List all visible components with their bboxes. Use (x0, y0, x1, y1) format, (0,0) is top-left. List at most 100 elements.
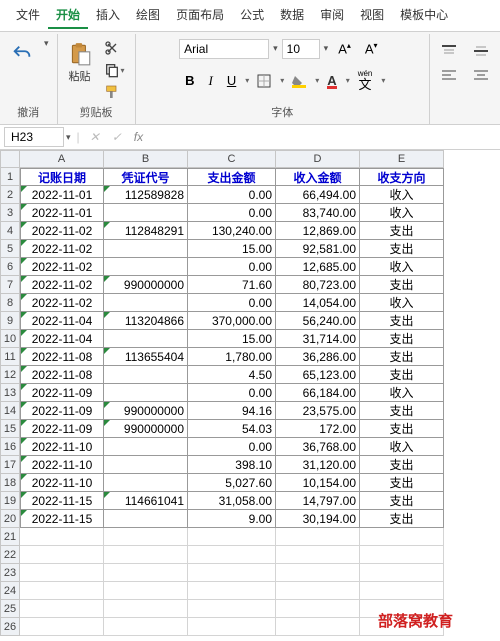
cell[interactable]: 10,154.00 (276, 474, 360, 492)
cell[interactable]: 2022-11-04 (20, 312, 104, 330)
row-header-14[interactable]: 14 (0, 402, 20, 420)
menu-item-7[interactable]: 审阅 (312, 2, 352, 29)
cell[interactable]: 31,120.00 (276, 456, 360, 474)
align-left-button[interactable] (436, 66, 462, 84)
cell[interactable] (20, 582, 104, 600)
menu-item-4[interactable]: 页面布局 (168, 2, 232, 29)
bold-button[interactable]: B (179, 70, 200, 91)
cell[interactable]: 0.00 (188, 186, 276, 204)
row-header-15[interactable]: 15 (0, 420, 20, 438)
cell[interactable]: 支出 (360, 276, 444, 294)
cell[interactable]: 80,723.00 (276, 276, 360, 294)
row-header-26[interactable]: 26 (0, 618, 20, 636)
cell[interactable]: 支出 (360, 474, 444, 492)
cell[interactable]: 2022-11-10 (20, 456, 104, 474)
cell[interactable] (188, 528, 276, 546)
cell[interactable]: 2022-11-10 (20, 474, 104, 492)
decrease-font-button[interactable]: A▾ (359, 38, 384, 59)
increase-font-button[interactable]: A▴ (332, 38, 357, 59)
cell[interactable]: 2022-11-02 (20, 276, 104, 294)
col-header-E[interactable]: E (360, 150, 444, 168)
cell[interactable]: 2022-11-15 (20, 492, 104, 510)
cell[interactable]: 支出 (360, 366, 444, 384)
cell[interactable]: 12,685.00 (276, 258, 360, 276)
cell[interactable]: 4.50 (188, 366, 276, 384)
row-header-11[interactable]: 11 (0, 348, 20, 366)
cell[interactable]: 130,240.00 (188, 222, 276, 240)
menu-item-6[interactable]: 数据 (272, 2, 312, 29)
cell[interactable]: 23,575.00 (276, 402, 360, 420)
cell[interactable]: 支出 (360, 240, 444, 258)
align-top-button[interactable] (436, 42, 462, 60)
cell[interactable]: 94.16 (188, 402, 276, 420)
cell[interactable]: 支出 (360, 402, 444, 420)
cell[interactable] (188, 546, 276, 564)
cell[interactable] (104, 618, 188, 636)
cell[interactable] (188, 582, 276, 600)
cell[interactable]: 2022-11-02 (20, 240, 104, 258)
cell[interactable]: 2022-11-15 (20, 510, 104, 528)
cell[interactable] (104, 240, 188, 258)
cell[interactable]: 83,740.00 (276, 204, 360, 222)
cell[interactable]: 36,768.00 (276, 438, 360, 456)
cell[interactable]: 收入 (360, 258, 444, 276)
cell[interactable]: 12,869.00 (276, 222, 360, 240)
cell[interactable]: 2022-11-08 (20, 348, 104, 366)
cell[interactable] (104, 366, 188, 384)
cell[interactable]: 2022-11-02 (20, 222, 104, 240)
row-header-18[interactable]: 18 (0, 474, 20, 492)
cell[interactable] (360, 528, 444, 546)
cell[interactable]: 2022-11-01 (20, 186, 104, 204)
header-cell[interactable]: 收入金额 (276, 168, 360, 186)
cell[interactable] (360, 564, 444, 582)
cell[interactable]: 990000000 (104, 276, 188, 294)
row-header-4[interactable]: 4 (0, 222, 20, 240)
cell[interactable] (104, 456, 188, 474)
cell[interactable] (104, 438, 188, 456)
cell[interactable]: 支出 (360, 456, 444, 474)
cell[interactable]: 收入 (360, 384, 444, 402)
menu-item-1[interactable]: 开始 (48, 2, 88, 29)
cell[interactable]: 2022-11-10 (20, 438, 104, 456)
cell[interactable] (20, 528, 104, 546)
cell[interactable] (188, 618, 276, 636)
align-center-button[interactable] (468, 66, 494, 84)
row-header-23[interactable]: 23 (0, 564, 20, 582)
menu-item-3[interactable]: 绘图 (128, 2, 168, 29)
cell[interactable]: 0.00 (188, 204, 276, 222)
cell[interactable]: 0.00 (188, 384, 276, 402)
font-name-select[interactable]: Arial (179, 39, 269, 59)
cell[interactable]: 56,240.00 (276, 312, 360, 330)
row-header-16[interactable]: 16 (0, 438, 20, 456)
cell[interactable] (276, 600, 360, 618)
cell[interactable]: 990000000 (104, 402, 188, 420)
cell[interactable] (276, 582, 360, 600)
cell[interactable]: 66,494.00 (276, 186, 360, 204)
cell[interactable]: 支出 (360, 330, 444, 348)
cell[interactable]: 2022-11-02 (20, 258, 104, 276)
cell[interactable]: 0.00 (188, 294, 276, 312)
cell[interactable] (276, 618, 360, 636)
cell[interactable]: 114661041 (104, 492, 188, 510)
row-header-19[interactable]: 19 (0, 492, 20, 510)
cell[interactable]: 0.00 (188, 438, 276, 456)
cell[interactable]: 2022-11-09 (20, 420, 104, 438)
menu-item-2[interactable]: 插入 (88, 2, 128, 29)
cell[interactable] (188, 564, 276, 582)
row-header-13[interactable]: 13 (0, 384, 20, 402)
cell[interactable]: 支出 (360, 348, 444, 366)
border-button[interactable] (251, 71, 277, 91)
row-header-1[interactable]: 1 (0, 168, 20, 186)
cell[interactable] (276, 546, 360, 564)
cell[interactable] (20, 600, 104, 618)
cell[interactable]: 31,714.00 (276, 330, 360, 348)
row-header-6[interactable]: 6 (0, 258, 20, 276)
row-header-2[interactable]: 2 (0, 186, 20, 204)
cell[interactable]: 31,058.00 (188, 492, 276, 510)
cell[interactable]: 990000000 (104, 420, 188, 438)
cell[interactable] (276, 528, 360, 546)
cell[interactable]: 172.00 (276, 420, 360, 438)
menu-item-8[interactable]: 视图 (352, 2, 392, 29)
header-cell[interactable]: 收支方向 (360, 168, 444, 186)
cell[interactable]: 398.10 (188, 456, 276, 474)
